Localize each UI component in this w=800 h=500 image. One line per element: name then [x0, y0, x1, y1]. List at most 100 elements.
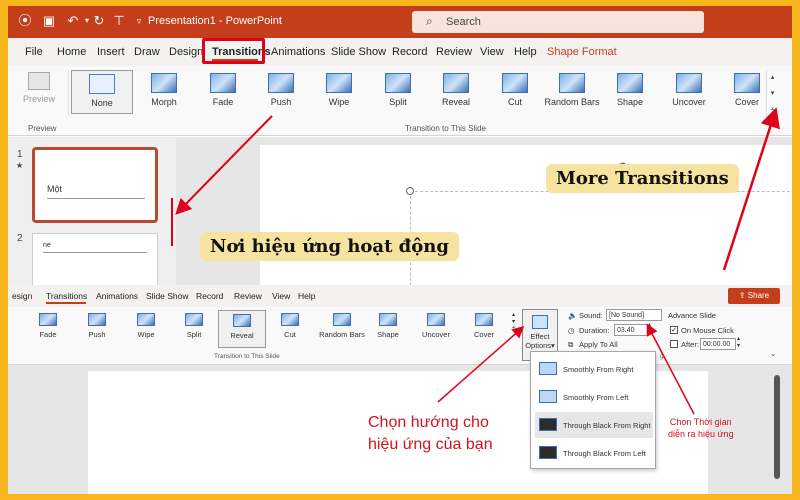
after-stepper-icon[interactable]: ▴ ▾ — [737, 336, 740, 350]
tab-transitions[interactable]: Transitions — [46, 291, 87, 301]
transition-morph[interactable]: Morph — [133, 70, 195, 114]
tab-design[interactable]: Design — [169, 46, 203, 58]
tab-help[interactable]: Help — [514, 46, 537, 58]
lower-transition-cover[interactable]: Cover — [460, 310, 508, 348]
effect-through-black-from-left[interactable]: Through Black From Left — [535, 440, 653, 466]
tab-animations[interactable]: Animations — [96, 291, 138, 301]
transition-shape[interactable]: Shape — [599, 70, 661, 114]
more-transitions-icon[interactable]: ⩡ — [767, 102, 778, 118]
transition-none[interactable]: None — [71, 70, 133, 114]
preview-button[interactable]: Preview — [16, 70, 62, 116]
search-icon: ⌕ — [426, 14, 433, 28]
lower-transition-split[interactable]: Split — [170, 310, 218, 348]
effect-area-callout: Nơi hiệu ứng hoạt động — [200, 232, 459, 261]
transition-label: Wipe — [328, 97, 350, 107]
slide-thumbnail-1[interactable]: Một — [32, 147, 158, 223]
effect-label: Smoothly From Left — [563, 393, 629, 402]
share-button[interactable]: ⇪ Share — [728, 288, 780, 304]
slide-thumbnail-2[interactable]: ne — [32, 233, 158, 293]
lower-transition-uncover[interactable]: Uncover — [412, 310, 460, 348]
after-input[interactable]: 00:00.00 — [700, 338, 736, 350]
effect-label: Through Black From Right — [563, 421, 651, 430]
save-icon[interactable]: ▣ — [40, 12, 58, 30]
tab-slide-show[interactable]: Slide Show — [146, 291, 189, 301]
tab-record[interactable]: Record — [392, 46, 427, 58]
scroll-down-icon[interactable]: ▾ — [767, 86, 778, 102]
tab-record[interactable]: Record — [196, 291, 223, 301]
shape-transition-icon — [379, 313, 397, 326]
sound-label: Sound: — [579, 311, 603, 320]
fade-transition-icon — [39, 313, 57, 326]
effect-label: Smoothly From Right — [563, 365, 634, 374]
duration-input[interactable]: 03.40 — [614, 324, 648, 336]
scroll-up-icon[interactable]: ▴ — [767, 70, 778, 86]
tab-shape-format[interactable]: Shape Format — [547, 46, 617, 58]
split-transition-icon — [185, 313, 203, 326]
lower-transition-group-label: Transition to This Slide — [214, 353, 280, 360]
transition-label: Cover — [734, 97, 759, 107]
after-checkbox[interactable] — [670, 340, 678, 348]
duration-note: Chọn Thời gian diễn ra hiệu ứng — [668, 416, 734, 440]
tab-home[interactable]: Home — [57, 46, 86, 58]
timing-group-label-fragment: g — [660, 353, 664, 360]
duration-stepper-icon[interactable]: ▴ ▾ — [648, 322, 651, 336]
lower-transition-wipe[interactable]: Wipe — [122, 310, 170, 348]
reveal-transition-icon — [443, 73, 469, 93]
transition-fade[interactable]: Fade — [192, 70, 254, 114]
effect-through-black-from-right[interactable]: Through Black From Right — [535, 412, 653, 438]
tab-draw[interactable]: Draw — [134, 46, 160, 58]
tab-review[interactable]: Review — [234, 291, 262, 301]
effect-smoothly-from-right[interactable]: Smoothly From Right — [535, 356, 653, 382]
tab-review[interactable]: Review — [436, 46, 472, 58]
shape-transition-icon — [617, 73, 643, 93]
transition-wipe[interactable]: Wipe — [308, 70, 370, 114]
on-mouse-click-checkbox[interactable]: ✓ — [670, 326, 678, 334]
tab-insert[interactable]: Insert — [97, 46, 125, 58]
customize-icon[interactable]: ▿ — [130, 12, 148, 30]
present-icon[interactable]: ⊤ — [110, 12, 128, 30]
apply-to-all-button[interactable]: Apply To All — [579, 340, 618, 349]
transition-label: Random Bars — [544, 97, 600, 107]
duration-icon: ◷ — [568, 326, 575, 335]
slide-1-line — [47, 198, 145, 199]
lower-transition-push[interactable]: Push — [73, 310, 121, 348]
lower-transition-fade[interactable]: Fade — [24, 310, 72, 348]
sound-select[interactable]: [No Sound] — [606, 309, 662, 321]
lower-transition-shape[interactable]: Shape — [364, 310, 412, 348]
transition-reveal[interactable]: Reveal — [425, 70, 487, 114]
slide-1-text: Một — [47, 184, 63, 194]
smoothly-from-right-icon — [539, 362, 557, 375]
tab-view[interactable]: View — [480, 46, 504, 58]
gallery-scroll: ▴ ▾ ⩡ — [766, 70, 778, 118]
effect-options-label: Effect — [530, 332, 550, 341]
vertical-scrollbar[interactable] — [774, 375, 780, 479]
lower-transition-random-bars[interactable]: Random Bars — [314, 310, 370, 348]
lower-transition-reveal[interactable]: Reveal — [218, 310, 266, 348]
redo-icon[interactable]: ↻ — [90, 12, 108, 30]
tab-slide-show[interactable]: Slide Show — [331, 46, 386, 58]
effect-options-icon — [532, 315, 548, 329]
lower-scroll-icon[interactable]: ▴ ▾ ⩡ — [512, 311, 515, 332]
effect-smoothly-from-left[interactable]: Smoothly From Left — [535, 384, 653, 410]
tab-help[interactable]: Help — [298, 291, 315, 301]
lower-transition-cut[interactable]: Cut — [266, 310, 314, 348]
cover-transition-icon — [475, 313, 493, 326]
tab-view[interactable]: View — [272, 291, 290, 301]
transition-cut[interactable]: Cut — [484, 70, 546, 114]
preview-label: Preview — [22, 94, 55, 104]
autosave-icon[interactable]: ⦿ — [16, 12, 34, 30]
collapse-ribbon-icon[interactable]: ⌄ — [770, 349, 776, 358]
advance-slide-label: Advance Slide — [668, 311, 716, 320]
tab-file[interactable]: File — [25, 46, 43, 58]
transition-label: Split — [186, 330, 202, 339]
transition-push[interactable]: Push — [250, 70, 312, 114]
resize-handle[interactable] — [406, 187, 414, 195]
transition-uncover[interactable]: Uncover — [658, 70, 720, 114]
tab-animations[interactable]: Animations — [271, 46, 325, 58]
transition-random-bars[interactable]: Random Bars — [541, 70, 603, 114]
search-input[interactable]: ⌕ Search — [412, 11, 704, 33]
transition-split[interactable]: Split — [367, 70, 429, 114]
tab-design[interactable]: esign — [12, 291, 32, 301]
push-transition-icon — [88, 313, 106, 326]
transition-label: Random Bars — [319, 330, 365, 339]
